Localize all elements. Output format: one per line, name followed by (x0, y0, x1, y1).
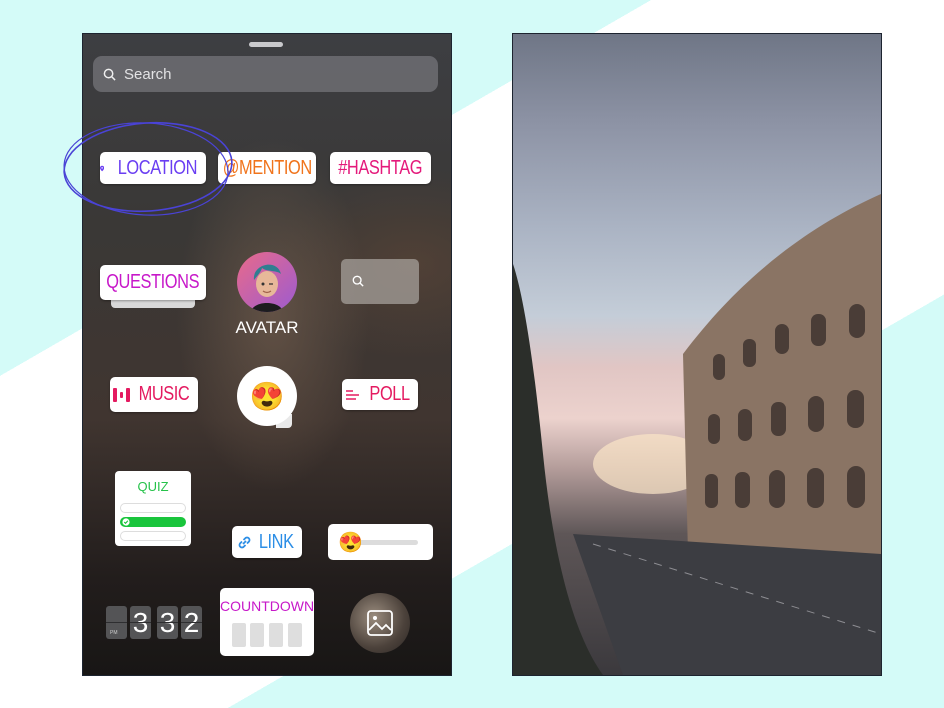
poll-sticker[interactable]: POLL (342, 379, 418, 410)
questions-label: QUESTIONS (106, 271, 200, 293)
location-label: LOCATION (117, 156, 198, 179)
quiz-option-correct (120, 517, 186, 527)
countdown-label: COUNTDOWN (220, 598, 315, 614)
poll-lines-icon (345, 389, 359, 400)
emoji-slider-sticker[interactable]: 😍 (328, 524, 433, 560)
music-bars-icon (113, 387, 131, 402)
countdown-slot (269, 623, 283, 647)
hashtag-label: #HASHTAG (338, 156, 423, 179)
emoji-slider-reaction-sticker[interactable]: 😍 (237, 366, 297, 426)
mention-label: @MENTION (222, 156, 312, 179)
photo-sticker[interactable] (350, 593, 410, 653)
search-icon (103, 68, 116, 81)
meridiem-label: PM (110, 630, 118, 636)
clock-digit: 3 (157, 606, 178, 639)
countdown-sticker[interactable]: COUNTDOWN (220, 588, 314, 656)
location-pin-icon (100, 165, 105, 171)
link-chain-icon (238, 536, 251, 548)
heart-eyes-emoji-icon: 😍 (249, 380, 285, 412)
search-bar[interactable] (93, 56, 438, 92)
questions-sticker[interactable]: QUESTIONS (100, 265, 206, 300)
countdown-slot (232, 623, 246, 647)
time-sticker[interactable]: PM 3 3 2 (106, 606, 202, 639)
hashtag-sticker[interactable]: #HASHTAG (330, 152, 431, 184)
quiz-label: QUIZ (137, 479, 169, 494)
drag-handle[interactable] (249, 42, 283, 47)
sticker-tray: LOCATION @MENTION #HASHTAG QUESTIONS AVA… (82, 33, 452, 676)
avatar-face-icon (251, 264, 283, 312)
image-icon (367, 610, 393, 636)
clock-tile-meridiem: PM (106, 606, 127, 639)
countdown-slot (288, 623, 302, 647)
quiz-option (120, 503, 186, 513)
quiz-option (120, 531, 186, 541)
colosseum-scene (513, 194, 881, 675)
mention-sticker[interactable]: @MENTION (218, 152, 316, 184)
link-sticker[interactable]: LINK (232, 526, 302, 558)
search-input[interactable] (122, 64, 406, 84)
countdown-slot (250, 623, 264, 647)
clock-digit: 2 (181, 606, 202, 639)
music-sticker[interactable]: MUSIC (110, 377, 198, 412)
poll-label: POLL (369, 383, 410, 405)
location-sticker[interactable]: LOCATION (100, 152, 206, 184)
avatar-label: AVATAR (235, 318, 299, 337)
music-label: MUSIC (138, 383, 190, 405)
search-icon (352, 275, 364, 287)
avatar-sticker[interactable] (237, 252, 297, 312)
quiz-sticker[interactable]: QUIZ (115, 471, 191, 546)
heart-eyes-emoji-icon: 😍 (338, 532, 363, 554)
clock-digit: 3 (130, 606, 151, 639)
gif-search-sticker[interactable] (341, 259, 419, 304)
link-label: LINK (258, 530, 294, 553)
story-preview-photo (512, 33, 882, 676)
check-icon (122, 518, 130, 526)
